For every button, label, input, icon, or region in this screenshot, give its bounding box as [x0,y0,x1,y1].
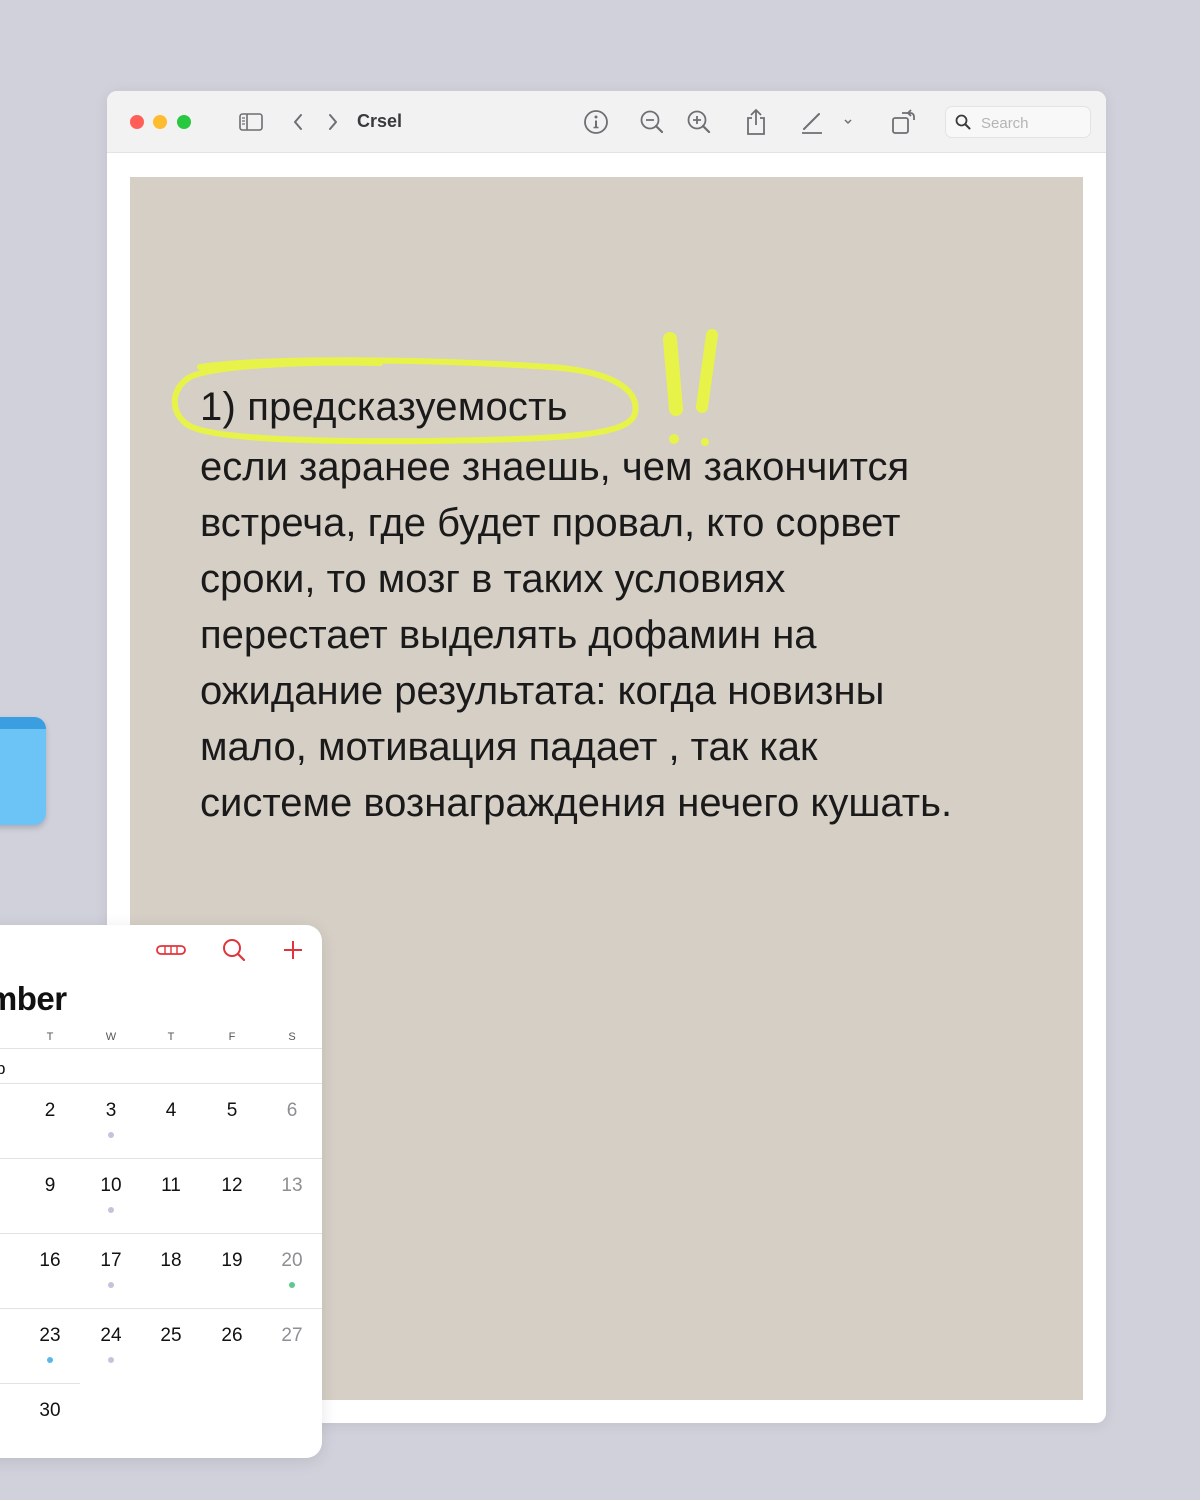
minimize-button[interactable] [153,115,167,129]
calendar-day[interactable]: 3 [89,1100,133,1122]
week-divider [0,1233,322,1234]
folder-icon[interactable] [0,717,46,825]
calendar-day[interactable]: 17 [89,1250,133,1272]
calendar-day[interactable]: 24 [89,1325,133,1347]
forward-chevron-icon[interactable] [318,107,348,137]
calendar-day[interactable]: 18 [149,1250,193,1272]
body-line: сроки, то мозг в таких условиях [200,557,786,601]
calendar-day[interactable]: 10 [89,1175,133,1197]
calendar-day[interactable]: 6 [270,1100,314,1122]
event-dot [108,1207,114,1213]
weekday-header: T [167,1031,175,1043]
calendar-day[interactable]: 11 [149,1175,193,1197]
previous-month-fragment: p [0,1059,6,1078]
markup-pen-icon[interactable] [797,107,827,137]
document-title: Crsel [357,111,403,131]
body-line: системе вознаграждения нечего кушать. [200,781,953,825]
event-dot [108,1132,114,1138]
calendar-day[interactable]: 9 [28,1175,72,1197]
calendar-day[interactable]: 2 [28,1100,72,1122]
search-placeholder: Search [981,115,1029,132]
zoom-out-icon[interactable] [637,107,667,137]
point-body: если заранее знаешь, чем закончится встр… [200,439,1060,831]
weekday-header: F [228,1031,236,1043]
chevron-down-icon[interactable] [833,107,863,137]
zoom-button[interactable] [177,115,191,129]
search-icon [955,114,971,135]
search-icon[interactable] [217,933,251,967]
event-dot [108,1357,114,1363]
zoom-in-icon[interactable] [684,107,714,137]
event-dot [47,1357,53,1363]
calendar-day[interactable]: 19 [210,1250,254,1272]
calendars-pill-icon[interactable] [154,933,188,967]
close-button[interactable] [130,115,144,129]
plus-icon[interactable] [276,933,310,967]
rotate-icon[interactable] [889,107,919,137]
search-field[interactable]: Search [945,106,1091,138]
calendar-day[interactable]: 27 [270,1325,314,1347]
body-line: встреча, где будет провал, кто сорвет [200,501,901,545]
back-chevron-icon[interactable] [283,107,313,137]
calendar-widget: ember T W T F S p 2345691011121316171819… [0,925,322,1458]
week-divider [0,1158,322,1159]
calendar-day[interactable]: 4 [149,1100,193,1122]
body-line: если заранее знаешь, чем закончится [200,445,910,489]
calendar-day[interactable]: 16 [28,1250,72,1272]
body-line: мало, мотивация падает , так как [200,725,818,769]
share-icon[interactable] [741,107,771,137]
calendar-day[interactable]: 5 [210,1100,254,1122]
calendar-day[interactable]: 13 [270,1175,314,1197]
title-bar: Crsel Search [107,91,1106,153]
calendar-day[interactable]: 23 [28,1325,72,1347]
calendar-day[interactable]: 25 [149,1325,193,1347]
divider [0,1048,322,1049]
week-divider [0,1383,80,1384]
weekday-header: S [288,1031,296,1043]
weekday-header: T [46,1031,54,1043]
point-heading: 1) предсказуемость [200,385,568,429]
event-dot [289,1282,295,1288]
calendar-day[interactable]: 26 [210,1325,254,1347]
calendar-day[interactable]: 20 [270,1250,314,1272]
week-divider [0,1308,322,1309]
weekday-header: W [105,1031,117,1043]
event-dot [108,1282,114,1288]
calendar-day[interactable]: 30 [28,1400,72,1422]
calendar-day[interactable]: 12 [210,1175,254,1197]
sidebar-icon[interactable] [236,107,266,137]
divider [0,1083,322,1084]
body-line: ожидание результата: когда новизны [200,669,885,713]
month-title: ember [0,980,67,1017]
info-icon[interactable] [581,107,611,137]
body-line: перестает выделять дофамин на [200,613,817,657]
